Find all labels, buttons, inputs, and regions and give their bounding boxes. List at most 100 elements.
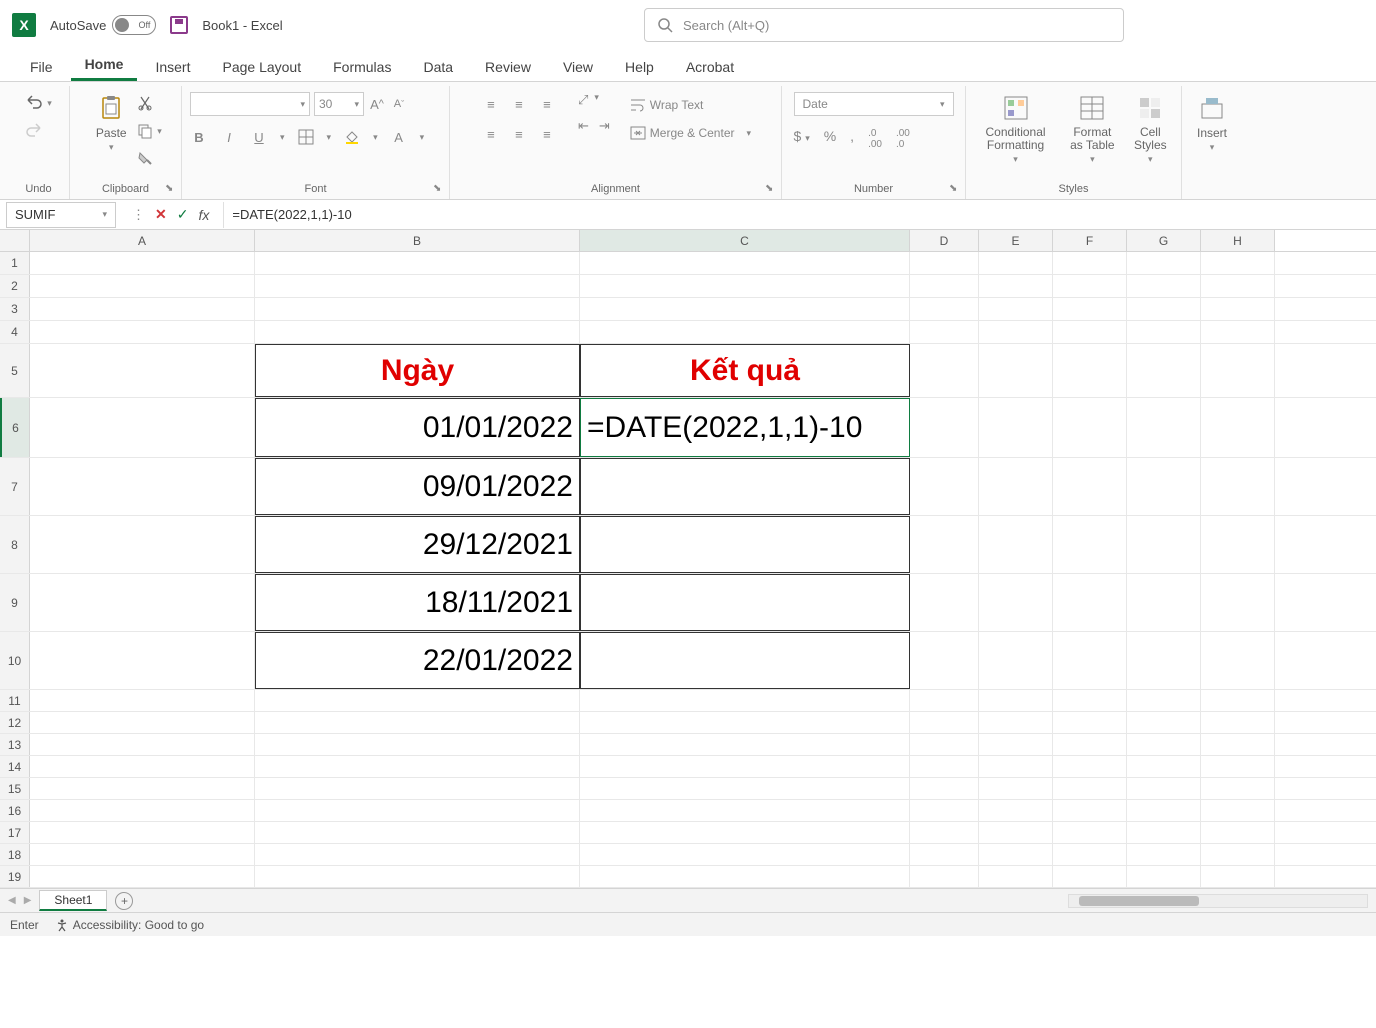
cell-G7[interactable] bbox=[1127, 458, 1201, 515]
row-header-14[interactable]: 14 bbox=[0, 756, 30, 777]
column-header-C[interactable]: C bbox=[580, 230, 910, 251]
cell-F10[interactable] bbox=[1053, 632, 1127, 689]
cell-C14[interactable] bbox=[580, 756, 910, 777]
tab-file[interactable]: File bbox=[16, 53, 67, 81]
cell-F12[interactable] bbox=[1053, 712, 1127, 733]
cell-H5[interactable] bbox=[1201, 344, 1275, 397]
cell-B12[interactable] bbox=[255, 712, 580, 733]
cell-A9[interactable] bbox=[30, 574, 255, 631]
cell-C1[interactable] bbox=[580, 252, 910, 274]
cell-D9[interactable] bbox=[910, 574, 979, 631]
cell-D14[interactable] bbox=[910, 756, 979, 777]
row-header-13[interactable]: 13 bbox=[0, 734, 30, 755]
cell-E4[interactable] bbox=[979, 321, 1053, 343]
cell-H12[interactable] bbox=[1201, 712, 1275, 733]
cell-F19[interactable] bbox=[1053, 866, 1127, 887]
cell-A14[interactable] bbox=[30, 756, 255, 777]
comma-format-button[interactable]: , bbox=[850, 128, 854, 150]
row-header-4[interactable]: 4 bbox=[0, 321, 30, 343]
cell-D3[interactable] bbox=[910, 298, 979, 320]
cell-C3[interactable] bbox=[580, 298, 910, 320]
cell-B4[interactable] bbox=[255, 321, 580, 343]
cell-A7[interactable] bbox=[30, 458, 255, 515]
cell-B17[interactable] bbox=[255, 822, 580, 843]
cell-C8[interactable] bbox=[580, 516, 910, 573]
cell-H14[interactable] bbox=[1201, 756, 1275, 777]
cell-F3[interactable] bbox=[1053, 298, 1127, 320]
cell-E19[interactable] bbox=[979, 866, 1053, 887]
cell-C17[interactable] bbox=[580, 822, 910, 843]
row-header-5[interactable]: 5 bbox=[0, 344, 30, 397]
italic-button[interactable]: I bbox=[220, 128, 238, 146]
cell-F4[interactable] bbox=[1053, 321, 1127, 343]
cell-E10[interactable] bbox=[979, 632, 1053, 689]
paste-button[interactable]: Paste ▾ bbox=[89, 88, 133, 157]
cell-D10[interactable] bbox=[910, 632, 979, 689]
conditional-formatting-button[interactable]: Conditional Formatting▾ bbox=[974, 88, 1057, 169]
underline-button[interactable]: U bbox=[250, 128, 268, 146]
font-dialog-launcher[interactable]: ⬊ bbox=[433, 183, 445, 195]
decrease-font-button[interactable]: Aˇ bbox=[390, 95, 408, 113]
cell-F16[interactable] bbox=[1053, 800, 1127, 821]
cell-G14[interactable] bbox=[1127, 756, 1201, 777]
cell-F2[interactable] bbox=[1053, 275, 1127, 297]
cell-G16[interactable] bbox=[1127, 800, 1201, 821]
cell-H11[interactable] bbox=[1201, 690, 1275, 711]
cell-H18[interactable] bbox=[1201, 844, 1275, 865]
cell-H10[interactable] bbox=[1201, 632, 1275, 689]
cell-E8[interactable] bbox=[979, 516, 1053, 573]
font-name-input[interactable]: ▾ bbox=[190, 92, 310, 116]
cell-A19[interactable] bbox=[30, 866, 255, 887]
decrease-decimal-button[interactable]: .00.0 bbox=[896, 128, 910, 150]
cell-E1[interactable] bbox=[979, 252, 1053, 274]
cell-B3[interactable] bbox=[255, 298, 580, 320]
save-icon[interactable] bbox=[170, 16, 188, 34]
cell-F14[interactable] bbox=[1053, 756, 1127, 777]
cell-C11[interactable] bbox=[580, 690, 910, 711]
cell-C2[interactable] bbox=[580, 275, 910, 297]
tab-help[interactable]: Help bbox=[611, 53, 668, 81]
cell-E11[interactable] bbox=[979, 690, 1053, 711]
cell-H2[interactable] bbox=[1201, 275, 1275, 297]
column-header-D[interactable]: D bbox=[910, 230, 979, 251]
scroll-thumb[interactable] bbox=[1079, 896, 1199, 906]
align-left-button[interactable]: ≡ bbox=[480, 122, 502, 146]
cell-A18[interactable] bbox=[30, 844, 255, 865]
cell-F9[interactable] bbox=[1053, 574, 1127, 631]
cell-B6[interactable]: 01/01/2022 bbox=[255, 398, 580, 457]
cell-G1[interactable] bbox=[1127, 252, 1201, 274]
cell-A4[interactable] bbox=[30, 321, 255, 343]
cell-A12[interactable] bbox=[30, 712, 255, 733]
cell-E15[interactable] bbox=[979, 778, 1053, 799]
number-dialog-launcher[interactable]: ⬊ bbox=[949, 183, 961, 195]
row-header-18[interactable]: 18 bbox=[0, 844, 30, 865]
name-box[interactable]: SUMIF ▾ bbox=[6, 202, 116, 228]
percent-format-button[interactable]: % bbox=[824, 128, 836, 150]
cell-D8[interactable] bbox=[910, 516, 979, 573]
cell-C15[interactable] bbox=[580, 778, 910, 799]
cell-F15[interactable] bbox=[1053, 778, 1127, 799]
cell-A15[interactable] bbox=[30, 778, 255, 799]
format-as-table-button[interactable]: Format as Table▾ bbox=[1061, 88, 1124, 169]
cell-H1[interactable] bbox=[1201, 252, 1275, 274]
cell-G13[interactable] bbox=[1127, 734, 1201, 755]
row-header-6[interactable]: 6 bbox=[0, 398, 30, 457]
copy-button[interactable]: ▾ bbox=[137, 120, 162, 142]
select-all-corner[interactable] bbox=[0, 230, 30, 251]
cell-B5[interactable]: Ngày bbox=[255, 344, 580, 397]
cell-A8[interactable] bbox=[30, 516, 255, 573]
tab-data[interactable]: Data bbox=[409, 53, 467, 81]
cell-H15[interactable] bbox=[1201, 778, 1275, 799]
cell-D7[interactable] bbox=[910, 458, 979, 515]
cell-F18[interactable] bbox=[1053, 844, 1127, 865]
wrap-text-button[interactable]: Wrap Text bbox=[630, 94, 751, 116]
fill-color-button[interactable] bbox=[343, 128, 361, 146]
font-color-button[interactable]: A bbox=[390, 128, 408, 146]
redo-button[interactable] bbox=[25, 120, 52, 142]
cell-A2[interactable] bbox=[30, 275, 255, 297]
cell-D6[interactable] bbox=[910, 398, 979, 457]
sheet-nav-prev[interactable]: ◀ bbox=[8, 895, 16, 906]
row-header-17[interactable]: 17 bbox=[0, 822, 30, 843]
column-header-B[interactable]: B bbox=[255, 230, 580, 251]
sheet-nav-next[interactable]: ▶ bbox=[24, 895, 32, 906]
